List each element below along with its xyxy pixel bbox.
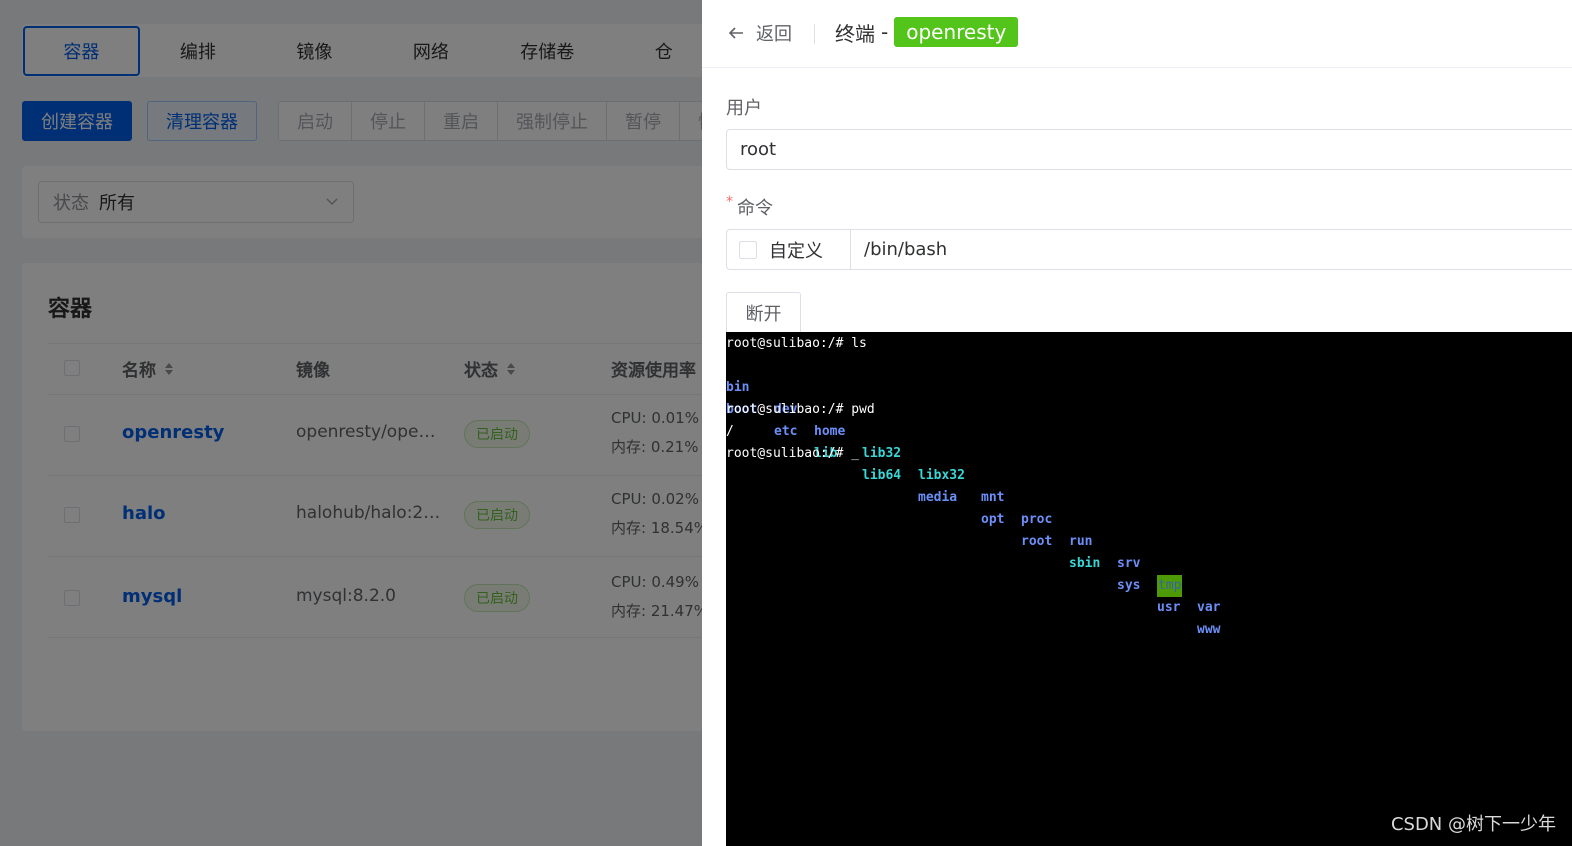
command-label-text: 命令	[737, 198, 773, 219]
user-label: 用户	[726, 98, 762, 119]
dir-entry: sys	[1117, 578, 1141, 593]
dir-entry: lib64	[862, 468, 902, 483]
custom-checkbox[interactable]	[739, 240, 757, 259]
dir-entry: srv	[1117, 556, 1141, 571]
drawer-title: 终端 - openresty	[835, 17, 1019, 47]
dir-entry: tmp	[1157, 575, 1183, 597]
user-input[interactable]: root	[726, 129, 1572, 170]
command-input[interactable]: /bin/bash	[850, 229, 1572, 270]
terminal-ls-row: boot etc lib lib64 media opt root sbin s…	[726, 377, 1572, 637]
dir-entry: www	[1197, 622, 1221, 637]
terminal-line: root@sulibao:/# ls	[726, 336, 867, 351]
dir-entry: etc	[774, 424, 798, 439]
drawer-header: 返回 终端 - openresty	[702, 0, 1572, 68]
arrow-left-icon	[728, 27, 743, 39]
dir-entry: sbin	[1069, 556, 1101, 571]
back-label: 返回	[756, 24, 792, 45]
watermark: CSDN @树下一少年	[1390, 814, 1556, 835]
required-asterisk: *	[726, 194, 733, 210]
dir-entry: var	[1197, 600, 1221, 615]
dir-entry: libx32	[918, 468, 965, 483]
custom-command-toggle[interactable]: 自定义	[726, 229, 851, 270]
custom-label: 自定义	[769, 240, 823, 262]
terminal-line: /	[726, 424, 734, 439]
drawer-title-separator: -	[881, 20, 889, 44]
dir-entry: media	[918, 490, 958, 505]
terminal-window[interactable]: root@sulibao:/# ls bin dev home lib32 li…	[726, 332, 1572, 846]
terminal-drawer: 返回 终端 - openresty 用户 root * 命令 自定义 /bin/b…	[702, 0, 1572, 846]
dir-entry: proc	[1021, 512, 1053, 527]
dir-entry: usr	[1157, 600, 1181, 615]
dir-entry: home	[814, 424, 846, 439]
terminal-prompt: root@sulibao:/# _	[726, 446, 860, 461]
dir-entry: root	[1021, 534, 1053, 549]
disconnect-button[interactable]: 断开	[726, 292, 801, 333]
drawer-title-text: 终端	[835, 21, 875, 46]
container-name-badge: openresty	[894, 17, 1019, 47]
dir-entry: lib32	[862, 446, 902, 461]
header-divider	[814, 24, 815, 44]
dir-entry: opt	[981, 512, 1005, 527]
terminal-ls-row: bin dev home lib32 libx32 mnt proc run s…	[726, 355, 1572, 615]
dir-entry: run	[1069, 534, 1093, 549]
dir-entry: mnt	[981, 490, 1005, 505]
back-button[interactable]: 返回	[726, 20, 792, 46]
terminal-line: root@sulibao:/# pwd	[726, 402, 875, 417]
modal-overlay[interactable]	[0, 0, 702, 846]
command-label: * 命令	[726, 194, 773, 220]
